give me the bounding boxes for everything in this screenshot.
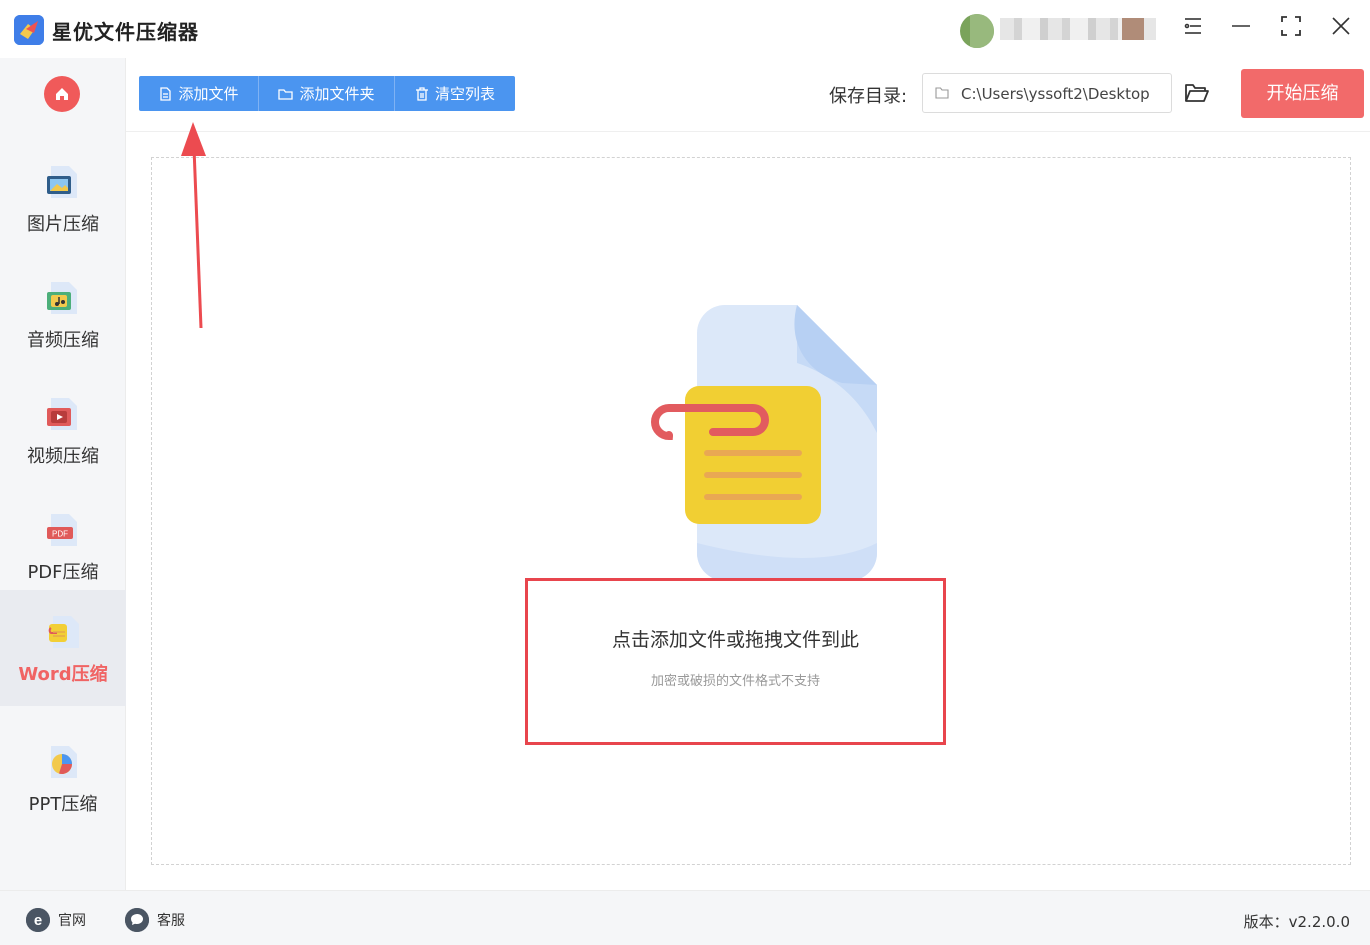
folder-icon bbox=[935, 87, 949, 99]
folder-icon bbox=[278, 88, 294, 100]
website-label: 官网 bbox=[58, 913, 86, 929]
app-logo-icon bbox=[14, 15, 44, 45]
sidebar-item-label: 图片压缩 bbox=[27, 214, 99, 235]
trash-icon bbox=[415, 86, 428, 101]
add-file-label: 添加文件 bbox=[178, 85, 239, 103]
sidebar: 图片压缩 音频压缩 视频压缩 PDF PDF压缩 Word压缩 PPT压缩 bbox=[0, 58, 126, 890]
drop-hint-highlight: 点击添加文件或拖拽文件到此 加密或破损的文件格式不支持 bbox=[525, 578, 946, 745]
svg-text:PDF: PDF bbox=[52, 530, 68, 539]
drop-hint-title: 点击添加文件或拖拽文件到此 bbox=[611, 629, 859, 651]
open-folder-icon[interactable] bbox=[1184, 82, 1210, 108]
sidebar-item-label: Word压缩 bbox=[18, 664, 108, 685]
sidebar-item-ppt[interactable]: PPT压缩 bbox=[0, 716, 126, 832]
clear-list-label: 清空列表 bbox=[434, 85, 495, 103]
start-compress-button[interactable]: 开始压缩 bbox=[1241, 69, 1364, 118]
title-bar: 星优文件压缩器 bbox=[0, 0, 1370, 58]
image-file-icon bbox=[45, 164, 81, 200]
footer: e 官网 客服 版本：v2.2.0.0 bbox=[0, 890, 1370, 945]
sidebar-item-label: 视频压缩 bbox=[27, 446, 99, 467]
audio-file-icon bbox=[45, 280, 81, 316]
menu-icon[interactable] bbox=[1178, 14, 1208, 44]
app-title: 星优文件压缩器 bbox=[52, 20, 199, 44]
home-button[interactable] bbox=[44, 76, 80, 112]
file-button-group: 添加文件 添加文件夹 清空列表 bbox=[139, 76, 515, 111]
version-text: 版本：v2.2.0.0 bbox=[1243, 913, 1350, 931]
customer-service-link[interactable]: 客服 bbox=[125, 908, 185, 932]
document-illustration-icon bbox=[617, 303, 887, 587]
minimize-icon[interactable] bbox=[1226, 14, 1256, 44]
pdf-file-icon: PDF bbox=[45, 512, 81, 548]
add-folder-label: 添加文件夹 bbox=[299, 85, 375, 103]
file-drop-zone[interactable]: 点击添加文件或拖拽文件到此 加密或破损的文件格式不支持 bbox=[151, 157, 1351, 865]
sidebar-item-image[interactable]: 图片压缩 bbox=[0, 136, 126, 252]
add-file-button[interactable]: 添加文件 bbox=[139, 76, 259, 111]
website-link[interactable]: e 官网 bbox=[26, 908, 86, 932]
user-avatar[interactable] bbox=[960, 14, 994, 48]
maximize-icon[interactable] bbox=[1276, 14, 1306, 44]
sidebar-item-pdf[interactable]: PDF PDF压缩 bbox=[0, 484, 126, 600]
sidebar-item-audio[interactable]: 音频压缩 bbox=[0, 252, 126, 368]
save-dir-label: 保存目录: bbox=[829, 86, 908, 107]
close-icon[interactable] bbox=[1326, 14, 1356, 44]
sidebar-item-video[interactable]: 视频压缩 bbox=[0, 368, 126, 484]
chat-bubble-icon bbox=[125, 908, 149, 932]
add-folder-button[interactable]: 添加文件夹 bbox=[259, 76, 395, 111]
ie-browser-icon: e bbox=[26, 908, 50, 932]
sidebar-item-label: PDF压缩 bbox=[27, 562, 99, 583]
svg-text:e: e bbox=[34, 912, 42, 929]
sidebar-item-label: 音频压缩 bbox=[27, 330, 99, 351]
word-file-icon bbox=[45, 614, 81, 650]
clear-list-button[interactable]: 清空列表 bbox=[395, 76, 515, 111]
customer-service-label: 客服 bbox=[157, 913, 185, 929]
save-dir-path: C:\Users\yssoft2\Desktop bbox=[961, 85, 1150, 103]
sidebar-item-label: PPT压缩 bbox=[28, 794, 98, 815]
file-icon bbox=[160, 86, 172, 101]
ppt-file-icon bbox=[45, 744, 81, 780]
username-blurred bbox=[1000, 18, 1156, 40]
video-file-icon bbox=[45, 396, 81, 432]
toolbar: 添加文件 添加文件夹 清空列表 保存目录: C:\Users\yssoft2\D… bbox=[126, 58, 1370, 132]
drop-hint-subtitle: 加密或破损的文件格式不支持 bbox=[650, 674, 820, 689]
home-icon bbox=[56, 88, 68, 100]
annotation-arrow-icon bbox=[176, 118, 216, 337]
save-dir-input[interactable]: C:\Users\yssoft2\Desktop bbox=[922, 73, 1172, 113]
sidebar-item-word[interactable]: Word压缩 bbox=[0, 590, 126, 706]
main-content: 点击添加文件或拖拽文件到此 加密或破损的文件格式不支持 bbox=[126, 132, 1370, 890]
